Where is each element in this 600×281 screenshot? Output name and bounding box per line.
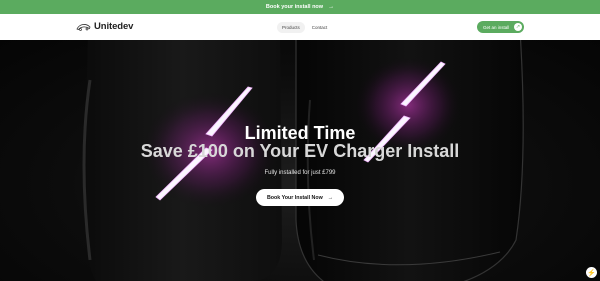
nav-link-contact[interactable]: Contact xyxy=(307,22,333,33)
lightning-badge-icon[interactable]: ⚡ xyxy=(586,267,597,278)
site-header: Unitedev Products Contact Get an install… xyxy=(0,14,600,40)
hero-section: Limited Time Save £100 on Your EV Charge… xyxy=(0,40,600,281)
get-install-label: Get an install xyxy=(483,24,510,30)
arrow-right-icon: → xyxy=(328,4,335,10)
book-install-button[interactable]: Book Your Install Now → xyxy=(256,189,344,206)
arrow-up-right-icon: ↗ xyxy=(514,23,522,31)
nav-link-products[interactable]: Products xyxy=(277,21,305,33)
brand-logo[interactable]: Unitedev xyxy=(76,21,133,32)
promo-banner[interactable]: Book your install now → xyxy=(0,0,600,14)
arrow-right-icon: → xyxy=(327,194,334,201)
main-nav: Products Contact xyxy=(277,21,332,33)
hero-headline-2: Save £100 on Your EV Charger Install xyxy=(140,141,460,161)
hero-subtext: Fully installed for just £799 xyxy=(264,170,336,176)
get-install-button[interactable]: Get an install ↗ xyxy=(477,21,524,33)
promo-text: Book your install now xyxy=(265,4,324,10)
book-install-label: Book Your Install Now xyxy=(266,194,323,201)
car-logo-icon xyxy=(76,23,91,31)
brand-name: Unitedev xyxy=(94,21,134,32)
